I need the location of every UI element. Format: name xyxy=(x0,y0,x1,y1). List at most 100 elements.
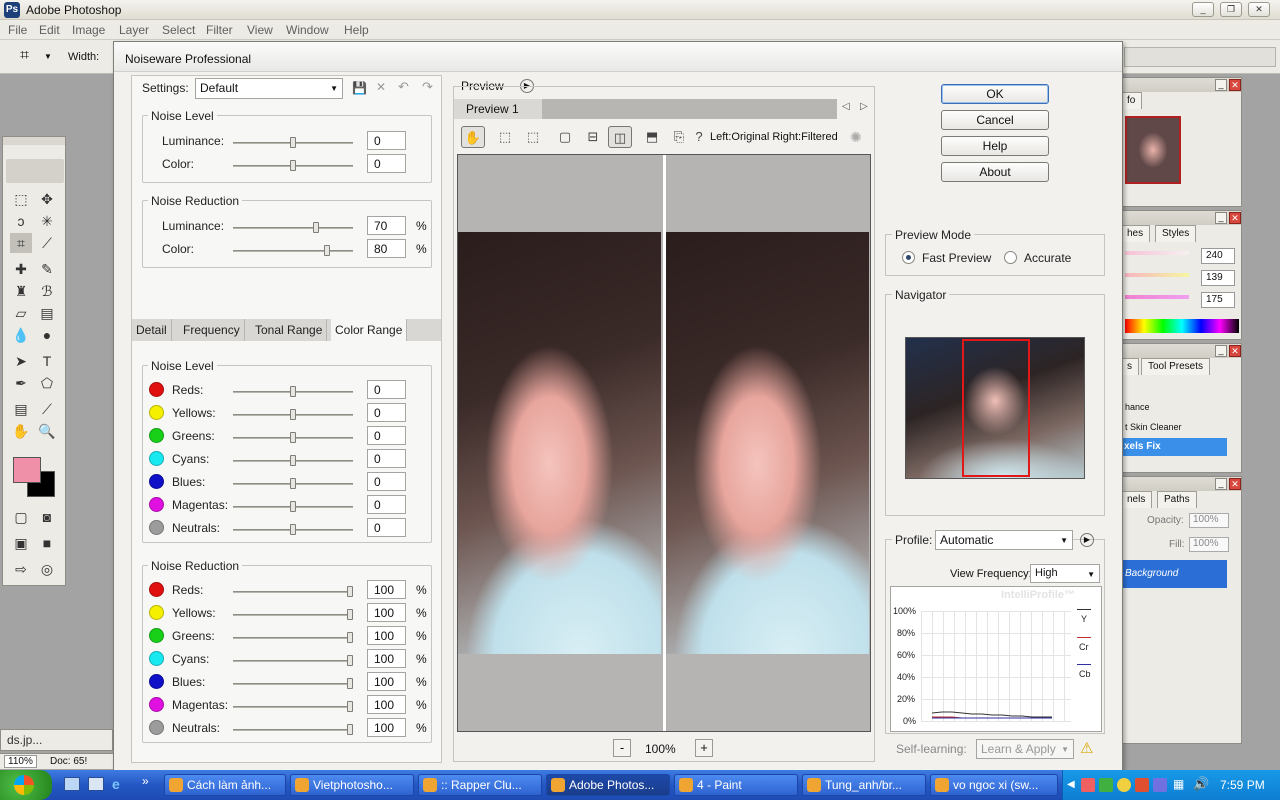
type-tool-icon[interactable]: T xyxy=(36,351,58,371)
slider-thumb[interactable] xyxy=(347,632,353,643)
blue-slider[interactable] xyxy=(1125,295,1189,299)
nr-color-slider[interactable] xyxy=(233,250,353,252)
slider-thumb[interactable] xyxy=(347,609,353,620)
lasso-tool-icon[interactable]: ↄ xyxy=(10,211,32,231)
healing-brush-icon[interactable]: ✚ xyxy=(10,259,32,279)
marquee-tool-icon[interactable]: ⬚ xyxy=(10,189,32,209)
gradient-tool-icon[interactable]: ▤ xyxy=(36,303,58,323)
cr-level-yellows-input[interactable]: 0 xyxy=(367,403,406,422)
magic-wand-icon[interactable]: ✳ xyxy=(36,211,58,231)
slider-thumb[interactable] xyxy=(290,409,296,420)
dodge-tool-icon[interactable]: ● xyxy=(36,325,58,345)
menu-help[interactable]: Help xyxy=(344,23,369,37)
hand-tool-icon[interactable]: ✋ xyxy=(10,421,32,441)
tab-detail[interactable]: Detail xyxy=(132,319,172,341)
screen-mode-icon[interactable]: ▣ xyxy=(10,533,32,553)
imageready-icon[interactable]: ◎ xyxy=(36,559,58,579)
profile-menu-icon[interactable]: ▶ xyxy=(1080,533,1094,547)
close-icon[interactable]: ✕ xyxy=(1229,79,1241,91)
list-item[interactable]: t Skin Cleaner xyxy=(1121,418,1227,436)
slider-thumb[interactable] xyxy=(290,160,296,171)
slider-thumb[interactable] xyxy=(347,678,353,689)
undo-icon[interactable]: ↶ xyxy=(398,79,409,95)
minimize-icon[interactable]: _ xyxy=(1215,212,1227,224)
slider-thumb[interactable] xyxy=(347,655,353,666)
slider-thumb[interactable] xyxy=(290,137,296,148)
cr-reduction-neutrals-input[interactable]: 100 xyxy=(367,718,406,737)
doc-minimized-tab[interactable]: ds.jp... xyxy=(0,729,113,751)
menu-image[interactable]: Image xyxy=(72,23,105,37)
chevron-down-icon[interactable]: ▼ xyxy=(44,52,52,61)
tab-channels[interactable]: nels xyxy=(1121,491,1153,508)
minimize-icon[interactable]: _ xyxy=(1215,478,1227,490)
slider-thumb[interactable] xyxy=(290,524,296,535)
blur-tool-icon[interactable]: 💧 xyxy=(10,325,32,345)
tray-messenger-icon[interactable] xyxy=(1117,778,1131,792)
view-frequency-dropdown[interactable]: High ▼ xyxy=(1030,564,1100,583)
tab-brushes[interactable]: s xyxy=(1121,358,1139,375)
self-learning-dropdown[interactable]: Learn & Apply ▼ xyxy=(976,739,1074,759)
save-icon[interactable]: 💾 xyxy=(352,81,367,95)
cr-reduction-neutrals-slider[interactable] xyxy=(233,729,353,731)
red-value[interactable]: 240 xyxy=(1201,248,1235,264)
start-button[interactable] xyxy=(0,770,52,800)
cr-level-greens-input[interactable]: 0 xyxy=(367,426,406,445)
photoshop-feather-icon[interactable] xyxy=(6,159,64,183)
brush-tool-icon[interactable]: ✎ xyxy=(36,259,58,279)
redo-icon[interactable]: ↷ xyxy=(422,79,433,95)
more-quicklaunch-icon[interactable]: » xyxy=(142,774,149,788)
tray-expand-icon[interactable]: ◀ xyxy=(1067,779,1075,790)
tab-paths[interactable]: Paths xyxy=(1157,491,1197,508)
delete-icon[interactable]: ✕ xyxy=(376,80,386,94)
tab-info[interactable]: fo xyxy=(1121,92,1143,109)
green-slider[interactable] xyxy=(1125,273,1189,277)
menu-view[interactable]: View xyxy=(247,23,273,37)
tray-app-icon[interactable] xyxy=(1081,778,1095,792)
slider-thumb[interactable] xyxy=(347,724,353,735)
tray-antivirus-icon[interactable] xyxy=(1135,778,1149,792)
tray-network-icon[interactable]: ▦ xyxy=(1173,777,1184,791)
zoom-tool-icon[interactable]: 🔍 xyxy=(36,421,58,441)
next-tab-arrow-icon[interactable]: ▷ xyxy=(860,101,868,112)
accurate-radio[interactable] xyxy=(1004,251,1017,264)
taskbar-item[interactable]: Vietphotosho... xyxy=(290,774,414,796)
fast-preview-label[interactable]: Fast Preview xyxy=(922,251,991,265)
minimize-icon[interactable]: _ xyxy=(1192,2,1214,17)
nl-luminance-input[interactable]: 0 xyxy=(367,131,406,150)
tab-tonal-range[interactable]: Tonal Range xyxy=(251,319,328,341)
cancel-button[interactable]: Cancel xyxy=(941,110,1049,130)
slider-thumb[interactable] xyxy=(290,478,296,489)
tab-swatches[interactable]: hes xyxy=(1121,225,1151,242)
volume-icon[interactable]: 🔊 xyxy=(1193,776,1209,792)
cr-reduction-yellows-slider[interactable] xyxy=(233,614,353,616)
slice-tool-icon[interactable]: ⟋ xyxy=(36,233,58,253)
settings-dropdown[interactable]: Default ▼ xyxy=(195,78,343,99)
cr-reduction-cyans-slider[interactable] xyxy=(233,660,353,662)
cr-reduction-cyans-input[interactable]: 100 xyxy=(367,649,406,668)
move-tool-icon[interactable]: ✥ xyxy=(36,189,58,209)
about-button[interactable]: About xyxy=(941,162,1049,182)
notes-tool-icon[interactable]: ▤ xyxy=(10,399,32,419)
history-brush-icon[interactable]: ℬ xyxy=(36,281,58,301)
slider-thumb[interactable] xyxy=(347,586,353,597)
stamp-tool-icon[interactable]: ♜ xyxy=(10,281,32,301)
zoom-out-button[interactable]: - xyxy=(613,739,631,757)
zoom-in-button[interactable]: + xyxy=(695,739,713,757)
cr-reduction-blues-slider[interactable] xyxy=(233,683,353,685)
path-select-icon[interactable]: ➤ xyxy=(10,351,32,371)
preview-tab[interactable]: Preview 1 xyxy=(454,99,542,119)
nr-color-input[interactable]: 80 xyxy=(367,239,406,258)
slider-thumb[interactable] xyxy=(290,455,296,466)
tab-styles[interactable]: Styles xyxy=(1155,225,1197,242)
eyedropper-icon[interactable]: ⟋ xyxy=(36,399,58,419)
jump-to-imageready-icon[interactable]: ⇨ xyxy=(10,559,32,579)
menu-filter[interactable]: Filter xyxy=(206,23,233,37)
cr-reduction-reds-input[interactable]: 100 xyxy=(367,580,406,599)
cr-reduction-yellows-input[interactable]: 100 xyxy=(367,603,406,622)
close-icon[interactable]: ✕ xyxy=(1229,478,1241,490)
slider-thumb[interactable] xyxy=(324,245,331,256)
minimize-icon[interactable]: _ xyxy=(1215,79,1227,91)
tab-color-range[interactable]: Color Range xyxy=(331,319,408,341)
help-button[interactable]: Help xyxy=(941,136,1049,156)
ok-button[interactable]: OK xyxy=(941,84,1049,104)
